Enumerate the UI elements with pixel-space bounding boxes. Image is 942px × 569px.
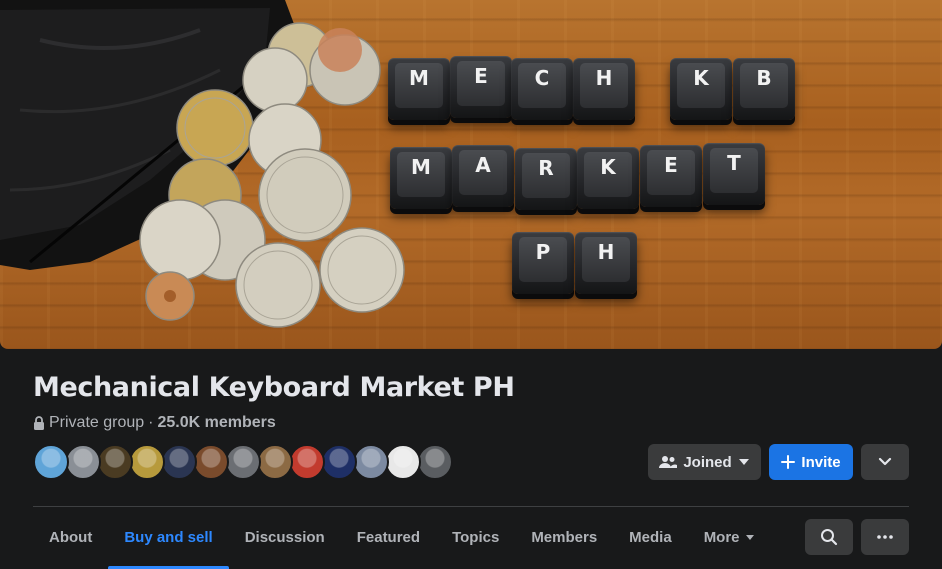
member-avatar[interactable] [225,444,261,480]
member-avatar[interactable] [289,444,325,480]
member-avatar[interactable] [65,444,101,480]
keycap: M [390,147,452,209]
plus-icon [781,455,796,469]
keycap: B [733,58,795,120]
lock-icon [34,416,44,430]
keycap: M [388,58,450,120]
tab-buy-and-sell[interactable]: Buy and sell [108,507,230,569]
keycap: R [515,148,577,210]
keycap: H [575,232,637,294]
caret-down-icon [745,534,754,540]
tab-featured[interactable]: Featured [341,507,436,567]
member-avatar[interactable] [321,444,357,480]
member-avatar[interactable] [97,444,133,480]
meta-separator: · [148,414,154,431]
joined-label: Joined [683,453,732,471]
member-avatar[interactable] [33,444,69,480]
keycap: T [703,143,765,205]
keycap: K [577,147,639,209]
chevron-down-icon [878,457,892,466]
tab-media[interactable]: Media [613,507,688,567]
expand-button[interactable] [861,444,909,480]
search-icon [821,529,838,546]
group-meta: Private group · 25.0K members [33,414,276,432]
more-options-button[interactable] [861,519,909,555]
member-avatars [33,444,453,480]
keycap: H [573,58,635,120]
joined-button[interactable]: Joined [648,444,761,480]
member-avatar[interactable] [257,444,293,480]
tab-topics[interactable]: Topics [436,507,515,567]
member-avatar[interactable] [193,444,229,480]
member-avatar[interactable] [385,444,421,480]
tab-more[interactable]: More [688,507,770,567]
caret-down-icon [738,459,749,465]
people-icon [659,456,678,468]
member-count[interactable]: 25.0K members [158,414,276,432]
tab-discussion[interactable]: Discussion [229,507,341,567]
keycap: E [640,145,702,207]
keycap: C [511,58,573,120]
search-button[interactable] [805,519,853,555]
group-tabs: About Buy and sell Discussion Featured T… [33,507,770,569]
ellipsis-icon [877,535,893,539]
member-avatar[interactable] [129,444,165,480]
keycap: E [450,56,512,118]
group-privacy[interactable]: Private group [49,414,144,432]
member-avatar[interactable] [161,444,197,480]
tab-members[interactable]: Members [515,507,613,567]
cover-photo[interactable]: M E C H K B M A R K E T P H [0,0,942,349]
keycap: A [452,145,514,207]
keycap: K [670,58,732,120]
invite-button[interactable]: Invite [769,444,853,480]
group-name[interactable]: Mechanical Keyboard Market PH [33,372,515,403]
member-avatar[interactable] [353,444,389,480]
member-avatar[interactable] [417,444,453,480]
tab-about[interactable]: About [33,507,108,567]
keycap: P [512,232,574,294]
invite-label: Invite [801,453,841,471]
